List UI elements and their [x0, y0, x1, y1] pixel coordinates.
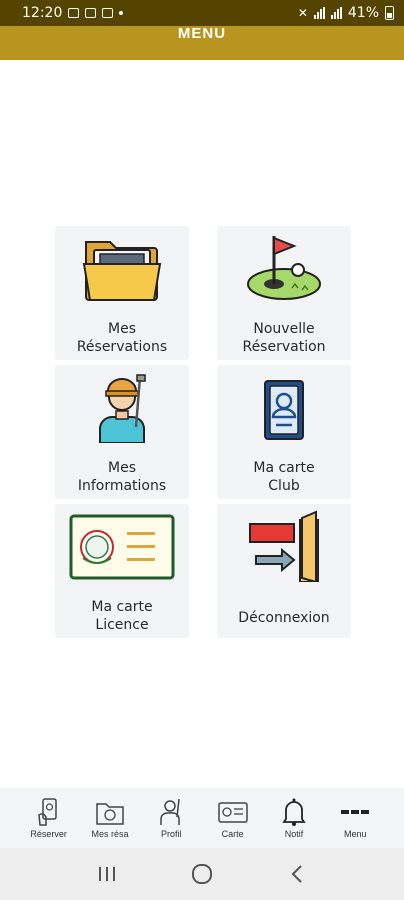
nav-item-my-bookings[interactable]: Mes résa — [83, 797, 137, 839]
gallery-icon — [68, 8, 80, 18]
folder-icon — [82, 241, 162, 301]
system-nav-bar — [0, 848, 404, 900]
tile-new-reservation[interactable]: Nouvelle Réservation — [217, 226, 351, 360]
recent-apps-icon — [99, 867, 116, 881]
cell-signal-icon — [330, 7, 342, 19]
bottom-nav: Réserver Mes résa Profil Carte Notif Men… — [0, 788, 404, 848]
menu-grid: Mes Réservations Nouvelle Réservation Me… — [55, 226, 351, 638]
nav-label: Réserver — [30, 829, 67, 839]
home-button[interactable] — [182, 854, 222, 894]
status-left: 12:20 — [22, 5, 124, 21]
tile-label: Mes Réservations — [76, 321, 168, 355]
nav-label: Notif — [284, 829, 304, 839]
nav-item-notifications[interactable]: Notif — [267, 797, 321, 839]
recent-apps-button[interactable] — [87, 854, 127, 894]
more-notifications-icon — [119, 11, 124, 15]
nav-item-reserve[interactable]: Réserver — [22, 797, 76, 839]
more-icon — [341, 810, 370, 814]
license-card-icon — [69, 514, 175, 580]
tile-club-card[interactable]: Ma carte Club — [217, 365, 351, 499]
tile-label: Mes Informations — [77, 460, 167, 494]
my-bookings-icon — [96, 803, 124, 825]
nav-label: Profil — [161, 829, 182, 839]
app-header: MENU — [0, 25, 404, 60]
tile-my-reservations[interactable]: Mes Réservations — [55, 226, 189, 360]
home-icon — [191, 864, 212, 884]
tile-my-information[interactable]: Mes Informations — [55, 365, 189, 499]
status-right: ✕ 41% — [298, 5, 394, 21]
battery-percent: 41% — [347, 5, 379, 21]
card-icon — [217, 802, 248, 823]
tile-label: Ma carte Club — [253, 460, 315, 494]
tile-label: Nouvelle Réservation — [242, 321, 326, 355]
nav-item-card[interactable]: Carte — [206, 797, 260, 839]
nav-label: Mes résa — [91, 829, 129, 839]
wifi-signal-icon — [313, 7, 325, 19]
reserve-icon — [37, 798, 57, 826]
message-icon — [85, 8, 97, 18]
status-bar: 12:20 ✕ 41% — [0, 0, 404, 26]
mail-icon — [102, 8, 114, 18]
tile-label: Ma carte Licence — [91, 599, 153, 633]
page-title: MENU — [177, 25, 227, 42]
tile-license-card[interactable]: Ma carte Licence — [55, 504, 189, 638]
id-card-icon — [264, 380, 304, 440]
golfer-icon — [99, 374, 146, 443]
bell-icon — [282, 798, 306, 826]
mute-icon: ✕ — [297, 6, 308, 20]
back-icon — [291, 865, 302, 883]
nav-item-profile[interactable]: Profil — [144, 797, 198, 839]
nav-label: Menu — [344, 829, 367, 839]
golf-flag-icon — [247, 236, 321, 300]
nav-item-menu[interactable]: Menu — [328, 797, 382, 839]
nav-label: Carte — [221, 829, 244, 839]
status-time: 12:20 — [22, 5, 63, 21]
tile-logout[interactable]: Déconnexion — [217, 504, 351, 638]
exit-door-icon — [249, 510, 319, 582]
tile-label: Déconnexion — [238, 610, 330, 626]
battery-icon — [385, 6, 394, 20]
back-button[interactable] — [277, 854, 317, 894]
profile-icon — [160, 798, 181, 825]
